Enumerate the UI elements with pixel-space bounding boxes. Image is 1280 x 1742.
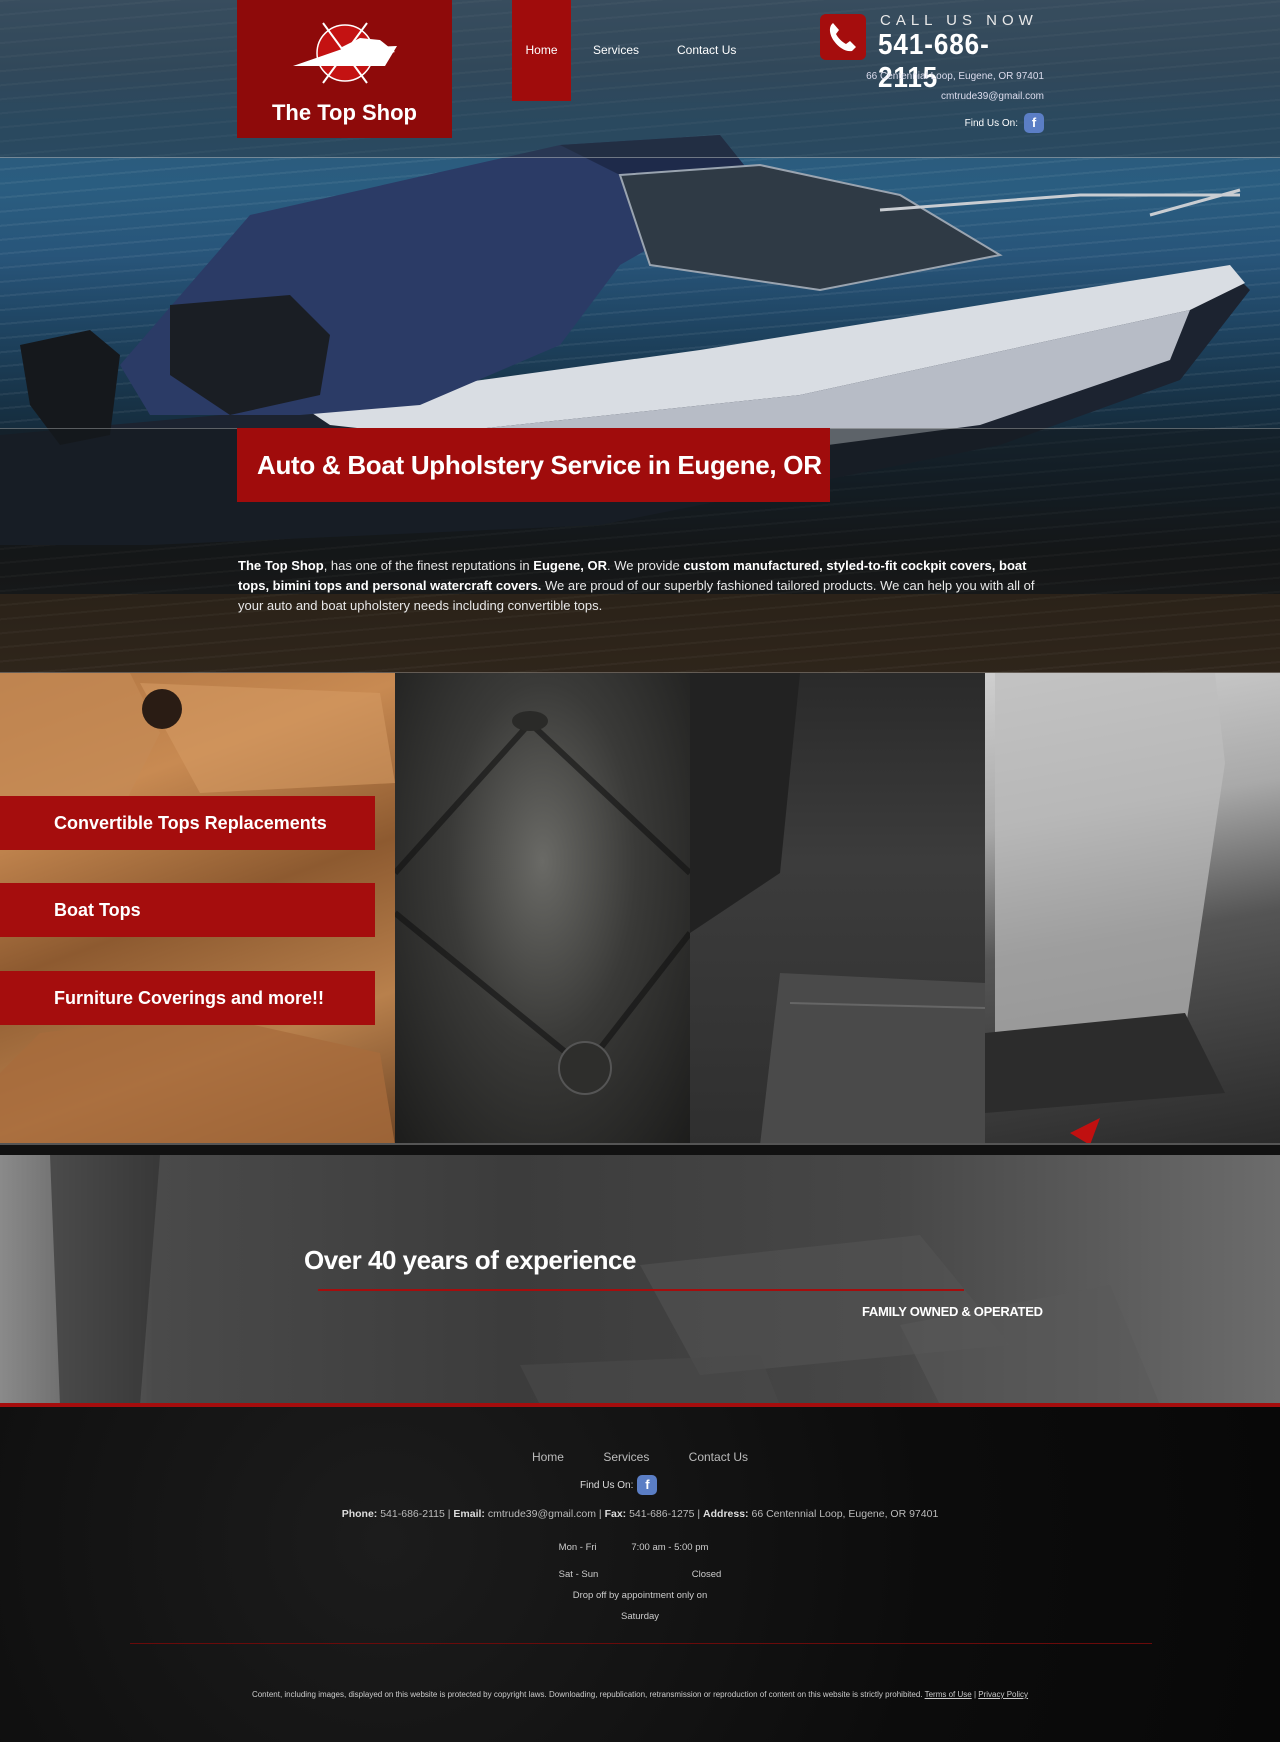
service-label: Furniture Coverings and more!! bbox=[54, 988, 325, 1008]
hours-time: 7:00 am - 5:00 pm bbox=[631, 1542, 709, 1553]
phone-icon bbox=[820, 14, 866, 60]
grey-leather-seat-image bbox=[985, 673, 1280, 1145]
fabric-seat-image bbox=[690, 673, 985, 1145]
intro-location: Eugene, OR bbox=[533, 558, 607, 573]
hours-time: Closed bbox=[691, 1569, 722, 1580]
header-address: 66 Centennial Loop, Eugene, OR 97401 bbox=[866, 71, 1044, 82]
hours-note-line1: Drop off by appointment only on bbox=[572, 1590, 708, 1601]
service-convertible-tops[interactable]: Convertible Tops Replacements bbox=[0, 796, 375, 850]
experience-section: Over 40 years of experience FAMILY OWNED… bbox=[0, 1155, 1280, 1405]
logo-text: The Top Shop bbox=[271, 100, 417, 125]
tufted-leather-image bbox=[395, 673, 690, 1145]
footer-phone[interactable]: 541-686-2115 bbox=[380, 1508, 445, 1520]
header-find-us: Find Us On: f bbox=[965, 113, 1044, 133]
business-hours: Mon - Fri 7:00 am - 5:00 pm Sat - Sun Cl… bbox=[0, 1537, 1280, 1627]
footer-address: 66 Centennial Loop, Eugene, OR 97401 bbox=[751, 1508, 939, 1520]
footer-nav-home[interactable]: Home bbox=[532, 1450, 564, 1464]
main-nav: Home Services Contact Us bbox=[512, 0, 760, 101]
footer-find-us-label: Find Us On: bbox=[580, 1479, 634, 1491]
hours-row-weekday: Mon - Fri 7:00 am - 5:00 pm bbox=[0, 1537, 1280, 1558]
footer-nav-contact-us[interactable]: Contact Us bbox=[689, 1450, 748, 1464]
intro-brand: The Top Shop bbox=[238, 558, 324, 573]
footer: Home Services Contact Us Find Us On: f P… bbox=[0, 1407, 1280, 1742]
footer-email[interactable]: cmtrude39@gmail.com bbox=[488, 1508, 596, 1520]
find-us-label: Find Us On: bbox=[964, 117, 1018, 129]
terms-of-use-link[interactable]: Terms of Use bbox=[925, 1690, 972, 1699]
logo[interactable]: The Top Shop bbox=[237, 0, 452, 138]
email-label: Email: bbox=[453, 1508, 485, 1520]
experience-title: Over 40 years of experience bbox=[304, 1245, 636, 1275]
copyright-notice: Content, including images, displayed on … bbox=[0, 1690, 1280, 1699]
header-phone-link[interactable]: 541-686-2115 bbox=[878, 29, 1028, 95]
separator: | bbox=[973, 1690, 977, 1699]
experience-subtitle: FAMILY OWNED & OPERATED bbox=[862, 1304, 1043, 1319]
footer-fax: 541-686-1275 bbox=[629, 1508, 695, 1520]
service-furniture-coverings[interactable]: Furniture Coverings and more!! bbox=[0, 971, 375, 1025]
separator: | bbox=[598, 1508, 602, 1520]
hours-day: Sat - Sun bbox=[558, 1569, 599, 1580]
facebook-icon[interactable]: f bbox=[1024, 113, 1044, 133]
nav-home[interactable]: Home bbox=[512, 0, 571, 101]
intro-paragraph: The Top Shop, has one of the finest repu… bbox=[238, 556, 1044, 616]
experience-underline bbox=[318, 1289, 964, 1291]
headline-box: Auto & Boat Upholstery Service in Eugene… bbox=[237, 428, 830, 502]
separator: | bbox=[447, 1508, 451, 1520]
service-boat-tops[interactable]: Boat Tops bbox=[0, 883, 375, 937]
nav-contact-us[interactable]: Contact Us bbox=[663, 0, 750, 101]
nav-services[interactable]: Services bbox=[579, 0, 653, 101]
privacy-policy-link[interactable]: Privacy Policy bbox=[978, 1690, 1028, 1699]
hours-day: Mon - Fri bbox=[558, 1542, 597, 1553]
page-title: Auto & Boat Upholstery Service in Eugene… bbox=[257, 450, 822, 480]
hours-row-weekend: Sat - Sun Closed bbox=[0, 1564, 1280, 1585]
boat-car-logo-icon bbox=[293, 22, 397, 84]
footer-nav: Home Services Contact Us bbox=[0, 1450, 1280, 1464]
footer-divider bbox=[130, 1643, 1152, 1644]
intro-text-2: . We provide bbox=[606, 558, 684, 573]
footer-find-us: Find Us On: f bbox=[580, 1475, 658, 1495]
footer-facebook-icon[interactable]: f bbox=[637, 1475, 658, 1495]
service-label: Boat Tops bbox=[54, 900, 141, 920]
intro-text-1: , has one of the finest reputations in bbox=[323, 558, 534, 573]
address-label: Address: bbox=[703, 1508, 749, 1520]
phone-label: Phone: bbox=[341, 1508, 378, 1520]
fax-label: Fax: bbox=[604, 1508, 627, 1520]
car-interior-image bbox=[50, 1155, 1160, 1405]
call-us-label: CALL US NOW bbox=[880, 12, 1038, 29]
footer-nav-services[interactable]: Services bbox=[603, 1450, 649, 1464]
footer-contact-line: Phone: 541-686-2115 | Email: cmtrude39@g… bbox=[0, 1508, 1280, 1520]
gallery-divider bbox=[0, 1143, 1280, 1145]
service-label: Convertible Tops Replacements bbox=[54, 813, 327, 833]
copyright-text: Content, including images, displayed on … bbox=[251, 1690, 923, 1699]
separator: | bbox=[697, 1508, 701, 1520]
header-email-link[interactable]: cmtrude39@gmail.com bbox=[744, 91, 1044, 102]
hours-note-line2: Saturday bbox=[620, 1611, 660, 1622]
